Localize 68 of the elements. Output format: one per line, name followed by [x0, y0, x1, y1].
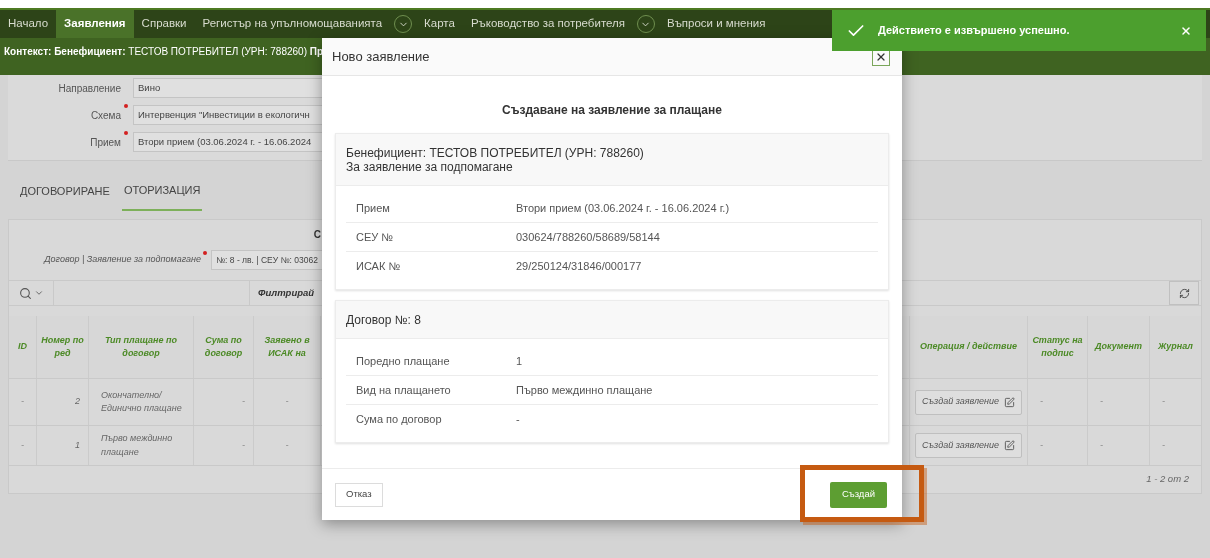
column-header: Статус на подпис [1031, 333, 1084, 360]
table-cell: - [21, 395, 24, 409]
table-cell-text: - [242, 438, 245, 452]
close-icon [1180, 24, 1192, 37]
section-heading: С [313, 228, 321, 242]
field-label: Направление [58, 81, 121, 96]
field-label: Схема [90, 108, 121, 123]
field-label: Прием [90, 135, 121, 150]
nav-item[interactable]: Въпроси и мнения [659, 10, 774, 38]
detail-value: Първо междинно плащане [516, 382, 653, 398]
column-header: Заявено в ИСАК на [263, 333, 311, 360]
nav-item[interactable]: Заявления [56, 10, 134, 38]
pagination-info: 1 - 2 от 2 [1146, 471, 1189, 486]
table-cell: - [1100, 395, 1103, 409]
table-cell-text: Първо междинно плащане [101, 432, 174, 459]
column-header: Номер по ред [40, 333, 85, 360]
detail-value: - [516, 412, 520, 428]
column-header: Журнал [1158, 340, 1193, 354]
cancel-button[interactable]: Отказ [335, 482, 383, 507]
table-cell-text: - [285, 438, 289, 452]
column-header: Операция / действие [919, 340, 1018, 354]
detail-value: 1 [516, 353, 523, 369]
table-cell-text: - [1040, 438, 1043, 452]
modal-heading: Създаване на заявление за плащане [502, 102, 722, 119]
table-cell-text: Окончателно/ Единично плащане [101, 388, 183, 415]
edit-icon [1004, 396, 1015, 408]
detail-label: ИСАК № [356, 259, 402, 275]
table-cell: - [1162, 395, 1165, 409]
card-header-text: Бенефициент: ТЕСТОВ ПОТРЕБИТЕЛ (УРН: 788260) [346, 145, 645, 160]
nav-item[interactable]: Справки [133, 10, 195, 38]
detail-label: Прием [356, 200, 391, 216]
column-header: Сума по договор [203, 333, 244, 360]
table-cell: - [285, 395, 289, 409]
card-header-text: За заявление за подпомагане [346, 159, 514, 174]
refresh-icon [1178, 287, 1190, 299]
detail-value: 29/250124/31846/000177 [516, 259, 642, 275]
detail-label: Вид на плащането [356, 382, 452, 398]
nav-item[interactable]: Начало [0, 10, 57, 38]
table-cell: - [242, 395, 245, 409]
chevron-down-icon [33, 288, 44, 298]
detail-value: Втори прием (03.06.2024 г. - 16.06.2024 г.) [516, 200, 730, 216]
card-header-text: Договор №: 8 [346, 312, 422, 327]
nav-item[interactable]: Регистър на упълномощаванията [194, 10, 391, 38]
modal-title: Ново заявление [332, 47, 430, 66]
tab[interactable]: ОТОРИЗАЦИЯ [121, 171, 203, 211]
detail-label: Поредно плащане [356, 353, 451, 369]
nav-item[interactable]: Карта [416, 10, 463, 38]
refresh-button[interactable] [1169, 281, 1199, 305]
column-header: ID [18, 340, 27, 354]
table-cell-text: - [1162, 438, 1165, 452]
column-header: Тип плащане по договор [103, 333, 179, 360]
search-icon [18, 286, 32, 300]
detail-label: СЕУ № [356, 229, 395, 245]
table-cell-text: - [1100, 438, 1103, 452]
edit-icon [1004, 440, 1015, 451]
detail-value: 030624/788260/58689/58144 [516, 229, 660, 245]
create-application-button[interactable]: Създай заявление [915, 433, 1022, 458]
table-cell: 2 [75, 395, 80, 409]
field-label: Договор | Заявление за подпомагане [44, 253, 201, 267]
table-cell-text: - [21, 438, 24, 452]
table-cell-text: 1 [75, 438, 80, 452]
tab[interactable]: ДОГОВОРИРАНЕ [18, 171, 112, 211]
toast-message: Действието е извършено успешно. [878, 23, 1070, 39]
create-application-button[interactable]: Създай заявление [915, 389, 1022, 415]
detail-label: Сума по договор [356, 412, 443, 428]
nav-item[interactable]: Ръководство за потребителя [462, 10, 633, 38]
table-cell: - [1040, 395, 1043, 409]
column-header: Документ [1095, 340, 1142, 354]
